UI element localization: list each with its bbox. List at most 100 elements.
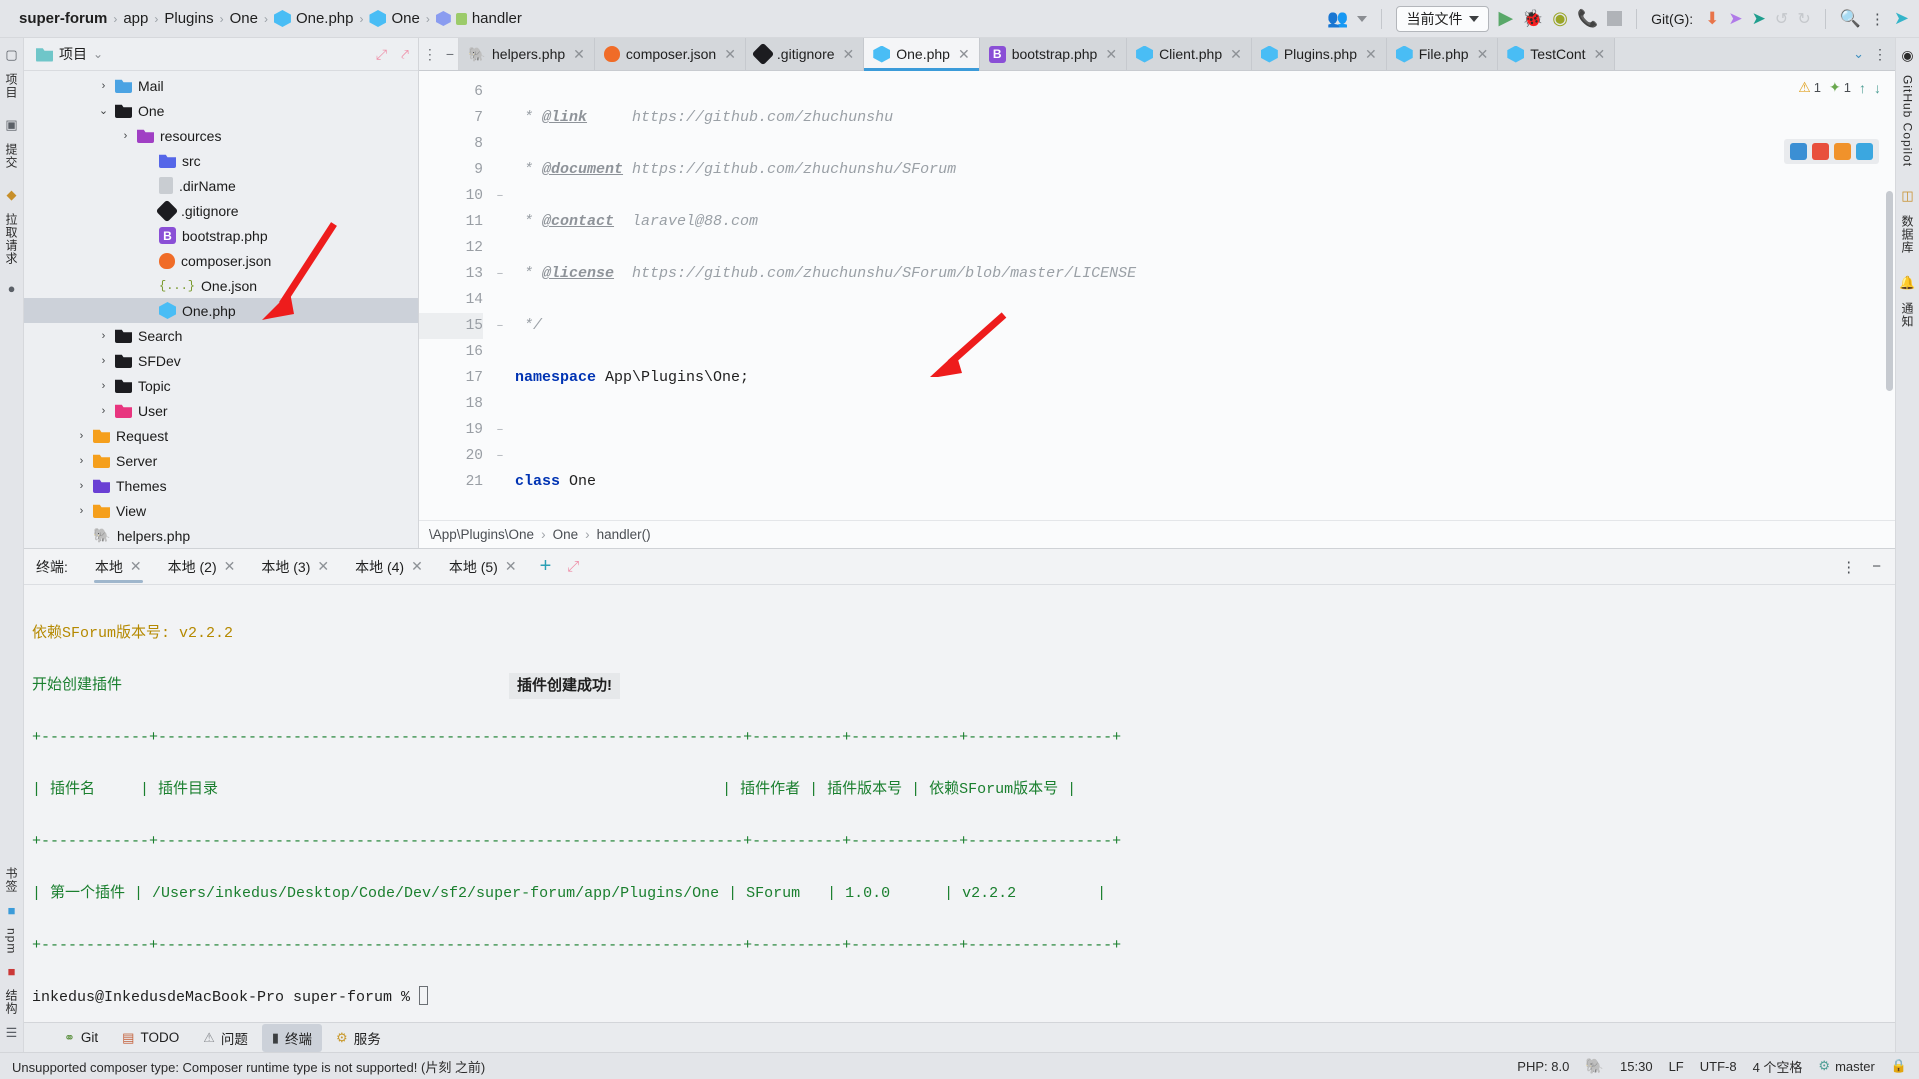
- close-icon[interactable]: ✕: [505, 558, 517, 575]
- chevron-down-icon[interactable]: ⌄: [98, 104, 109, 117]
- status-line-separator[interactable]: LF: [1669, 1059, 1684, 1074]
- close-icon[interactable]: ✕: [317, 558, 329, 575]
- breadcrumb-plugins[interactable]: Plugins: [159, 10, 218, 27]
- chevron-right-icon[interactable]: ›: [76, 430, 87, 442]
- status-branch[interactable]: ⚙ master: [1818, 1058, 1874, 1074]
- php-elephant-icon[interactable]: 🐘: [1585, 1057, 1604, 1075]
- close-icon[interactable]: ✕: [1105, 46, 1117, 63]
- expand-all-icon[interactable]: ⤢: [376, 46, 387, 63]
- tree-node-resources[interactable]: › resources: [24, 123, 418, 148]
- expand-icon[interactable]: ⤢: [561, 549, 585, 585]
- firefox-icon[interactable]: [1834, 143, 1851, 160]
- chevron-right-icon[interactable]: ›: [98, 380, 109, 392]
- breadcrumb-app[interactable]: app: [118, 10, 153, 27]
- rail-item-project[interactable]: 项目: [3, 69, 20, 103]
- close-icon[interactable]: ✕: [1477, 46, 1489, 63]
- editor-tab-testcont[interactable]: TestCont ✕: [1498, 38, 1616, 70]
- editor-tab-file-php[interactable]: File.php ✕: [1386, 38, 1499, 70]
- more-vertical-icon[interactable]: ⋮: [1841, 558, 1856, 576]
- terminal-tab-2[interactable]: 本地 (2) ✕: [155, 549, 249, 585]
- status-caret-position[interactable]: 15:30: [1620, 1059, 1653, 1074]
- editor-tab-bootstrap-php[interactable]: Bbootstrap.php ✕: [979, 38, 1128, 70]
- tree-node-mail[interactable]: › Mail: [24, 73, 418, 98]
- chevron-right-icon[interactable]: ›: [98, 80, 109, 92]
- inspection-widget[interactable]: ⚠ 1 ✦ 1 ↑ ↓: [1798, 79, 1881, 96]
- chevron-right-icon[interactable]: ›: [76, 505, 87, 517]
- stop-icon[interactable]: [1607, 11, 1623, 26]
- debug-icon[interactable]: 🐞: [1522, 9, 1543, 29]
- collapse-all-icon[interactable]: ⤤: [401, 46, 409, 63]
- editor-tab-client-php[interactable]: Client.php ✕: [1127, 38, 1252, 70]
- close-icon[interactable]: ✕: [573, 46, 585, 63]
- project-tree[interactable]: › Mail ⌄ One › resources >src>.dirName>.gitign…: [24, 71, 418, 548]
- breadcrumb-onephp[interactable]: One.php: [269, 10, 359, 27]
- close-icon[interactable]: ✕: [1365, 46, 1377, 63]
- editor-tab-composer-json[interactable]: composer.json ✕: [594, 38, 746, 70]
- tree-node-topic[interactable]: › Topic: [24, 373, 418, 398]
- chevron-down-icon[interactable]: ↓: [1874, 80, 1881, 96]
- close-icon[interactable]: ✕: [411, 558, 423, 575]
- edge-icon[interactable]: [1790, 143, 1807, 160]
- weak-warning-count[interactable]: ✦ 1: [1829, 79, 1851, 96]
- terminal-tab-1[interactable]: 本地 ✕: [82, 549, 155, 585]
- rail-item-structure[interactable]: 结构: [3, 985, 20, 1019]
- breadcrumb-class[interactable]: One: [553, 527, 579, 542]
- tree-node--gitignore[interactable]: >.gitignore: [24, 198, 418, 223]
- editor-tab-one-php[interactable]: One.php ✕: [864, 38, 980, 71]
- chevron-right-icon[interactable]: ›: [76, 455, 87, 467]
- search-icon[interactable]: 🔍: [1840, 9, 1861, 29]
- lock-icon[interactable]: 🔒: [1891, 1058, 1907, 1074]
- tree-node-server[interactable]: › Server: [24, 448, 418, 473]
- chevron-up-icon[interactable]: ↑: [1859, 80, 1866, 96]
- rail-item-database[interactable]: 数据库: [1899, 211, 1916, 258]
- close-icon[interactable]: ✕: [724, 46, 736, 63]
- source-code[interactable]: * @link https://github.com/zhuchunshu * …: [511, 71, 1895, 520]
- fold-toggle-icon[interactable]: −: [489, 417, 511, 443]
- code-editor[interactable]: 6 7 8 9 10 11 12 13 14 15 16 17 18 19 20 21 − − − − − * @li…: [419, 71, 1895, 520]
- fold-toggle-icon[interactable]: −: [489, 183, 511, 209]
- structure-icon[interactable]: ☰: [6, 1022, 18, 1044]
- tree-node-request[interactable]: › Request: [24, 423, 418, 448]
- fold-toggle-icon[interactable]: −: [489, 313, 511, 339]
- breadcrumb-one-dir[interactable]: One: [225, 10, 263, 27]
- tree-node-sfdev[interactable]: › SFDev: [24, 348, 418, 373]
- hide-icon[interactable]: −: [446, 46, 454, 62]
- more-vertical-icon[interactable]: ⋮: [423, 46, 437, 63]
- more-vertical-icon[interactable]: ⋮: [1870, 10, 1885, 28]
- breadcrumb-namespace[interactable]: \App\Plugins\One: [429, 527, 534, 542]
- breadcrumb-method[interactable]: handler(): [597, 527, 651, 542]
- tree-node-user[interactable]: › User: [24, 398, 418, 423]
- tool-window-button--[interactable]: ⚠ 问题: [193, 1024, 258, 1052]
- tool-window-button--[interactable]: ⚙ 服务: [326, 1024, 391, 1052]
- editor-tab-helpers-php[interactable]: 🐘 helpers.php ✕: [459, 38, 595, 70]
- tool-window-button-todo[interactable]: ▤ TODO: [112, 1024, 189, 1052]
- chrome-icon[interactable]: [1812, 143, 1829, 160]
- chevron-right-icon[interactable]: ›: [98, 330, 109, 342]
- safari-icon[interactable]: [1856, 143, 1873, 160]
- database-icon[interactable]: ◫: [1901, 185, 1913, 207]
- notifications-icon[interactable]: 🔔: [1899, 272, 1915, 294]
- tool-window-button-git[interactable]: ⚭ Git: [54, 1024, 108, 1052]
- bookmark-icon[interactable]: ■: [8, 900, 16, 921]
- close-icon[interactable]: ✕: [843, 46, 855, 63]
- rail-item-notifications[interactable]: 通知: [1899, 298, 1916, 332]
- project-icon[interactable]: ▢: [5, 44, 17, 66]
- tool-window-button--[interactable]: ▮ 终端: [261, 1023, 323, 1052]
- chevron-right-icon[interactable]: ›: [76, 480, 87, 492]
- tree-node-one-php[interactable]: >One.php: [24, 298, 418, 323]
- add-terminal-button[interactable]: +: [530, 549, 562, 585]
- chevron-right-icon[interactable]: ›: [120, 130, 131, 142]
- rail-item-bookmarks[interactable]: 书签: [3, 863, 20, 897]
- status-message[interactable]: Unsupported composer type: Composer runt…: [12, 1057, 485, 1076]
- chevron-down-icon[interactable]: ⌄: [93, 47, 103, 61]
- close-icon[interactable]: ✕: [224, 558, 236, 575]
- tree-node-helpers-php[interactable]: >🐘helpers.php: [24, 523, 418, 548]
- users-dropdown-caret[interactable]: [1357, 15, 1368, 22]
- commit-icon[interactable]: ▣: [5, 114, 17, 136]
- editor-scrollbar[interactable]: [1886, 191, 1893, 391]
- tree-node-src[interactable]: >src: [24, 148, 418, 173]
- terminal-tab-5[interactable]: 本地 (5) ✕: [436, 549, 530, 585]
- rail-item-commit[interactable]: 提交: [3, 139, 20, 173]
- tree-node-view[interactable]: › View: [24, 498, 418, 523]
- tree-node--dirname[interactable]: >.dirName: [24, 173, 418, 198]
